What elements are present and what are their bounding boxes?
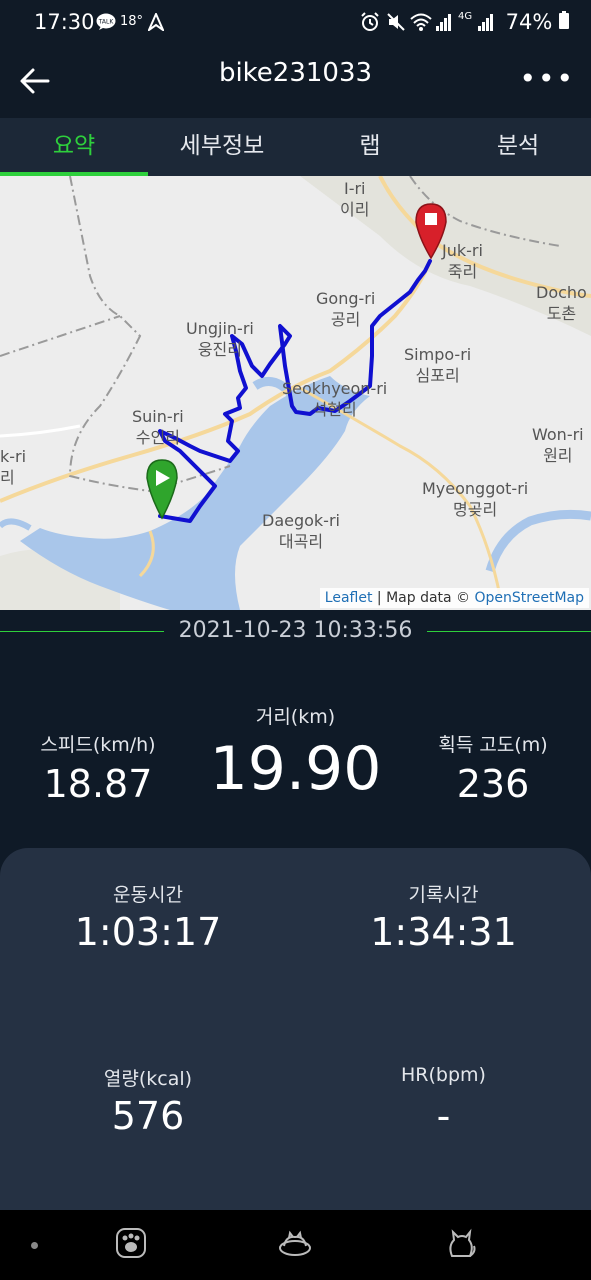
map-label: Docho 도촌 <box>536 283 587 323</box>
status-time: 17:30 <box>34 10 95 34</box>
signal-icon-2 <box>478 12 494 36</box>
nav-cat-button[interactable] <box>444 1226 478 1260</box>
nav-dot-indicator <box>31 1242 38 1249</box>
map-label: Juk-ri 죽리 <box>442 241 483 281</box>
leaflet-link[interactable]: Leaflet <box>325 590 373 606</box>
alarm-icon <box>360 12 380 36</box>
map-label: Simpo-ri 심포리 <box>404 345 472 385</box>
nav-cat-bed-button[interactable] <box>278 1226 312 1260</box>
tab-label: 랩 <box>359 133 381 159</box>
tab-label: 세부정보 <box>179 133 265 159</box>
tab-summary[interactable]: 요약 <box>0 118 148 176</box>
map-label: Gong-ri 공리 <box>316 289 376 329</box>
stats-card: 운동시간 1:03:17 기록시간 1:34:31 열량(kcal) 576 H… <box>0 848 591 1210</box>
cat-icon <box>449 1228 476 1257</box>
cat-bed-icon <box>279 1230 311 1256</box>
distance-value: 19.90 <box>209 734 382 804</box>
status-temperature: 18° <box>120 14 144 29</box>
map-label: Myeonggot-ri 명곶리 <box>422 479 529 519</box>
battery-level: 74% <box>506 10 569 34</box>
osm-link[interactable]: OpenStreetMap <box>475 590 584 606</box>
elapsed-time-value: 1:34:31 <box>370 910 517 954</box>
signal-icon <box>436 12 452 36</box>
speed-label: 스피드(km/h) <box>40 734 156 756</box>
app-header: bike231033 ••• <box>0 50 591 118</box>
heart-rate-label: HR(bpm) <box>401 1064 486 1086</box>
map-label: k-ri 리 <box>0 447 27 487</box>
distance-label: 거리(km) <box>255 706 336 728</box>
tab-analysis[interactable]: 분석 <box>444 118 591 176</box>
bottom-navigation <box>0 1210 591 1280</box>
activity-date: 2021-10-23 10:33:56 <box>178 618 413 643</box>
more-vertical-icon: ••• <box>519 62 575 95</box>
tab-laps[interactable]: 랩 <box>296 118 444 176</box>
heart-rate-value: - <box>436 1094 451 1138</box>
map-label: Ungjin-ri 웅진리 <box>186 319 254 359</box>
speed-value: 18.87 <box>43 762 153 806</box>
wifi-icon <box>410 12 432 36</box>
svg-text:TALK: TALK <box>98 19 115 26</box>
calories-value: 576 <box>111 1094 185 1138</box>
navigation-icon <box>146 11 166 35</box>
route-map[interactable]: I-ri 이리 Juk-ri 죽리 Docho 도촌 Gong-ri 공리 Ungjin… <box>0 176 591 610</box>
map-attribution: Leaflet | Map data © OpenStreetMap <box>319 588 589 608</box>
more-menu-button[interactable]: ••• <box>519 62 575 95</box>
paw-icon <box>116 1228 146 1258</box>
battery-icon <box>559 11 569 29</box>
map-label: Seokhyeon-ri 석현리 <box>282 379 388 419</box>
attribution-separator: | <box>376 590 382 606</box>
elapsed-time-label: 기록시간 <box>408 884 479 906</box>
mute-icon <box>386 12 406 36</box>
elevation-value: 236 <box>456 762 530 806</box>
tab-label: 분석 <box>496 133 540 159</box>
tab-details[interactable]: 세부정보 <box>148 118 296 176</box>
network-type: 4G <box>458 11 473 22</box>
moving-time-label: 운동시간 <box>113 884 183 906</box>
calories-label: 열량(kcal) <box>103 1068 193 1090</box>
elevation-label: 획득 고도(m) <box>438 734 548 756</box>
map-label: Suin-ri 수인리 <box>132 407 184 447</box>
moving-time-value: 1:03:17 <box>74 910 222 954</box>
attribution-text: Map data © <box>386 590 471 606</box>
page-title: bike231033 <box>218 58 373 88</box>
tab-bar: 요약 세부정보 랩 분석 <box>0 118 591 176</box>
status-bar: 17:30 TALK 18° 4G 74% <box>0 0 591 50</box>
activity-date-divider: 2021-10-23 10:33:56 <box>0 612 591 652</box>
tab-label: 요약 <box>52 133 96 159</box>
map-label: Daegok-ri 대곡리 <box>262 511 340 551</box>
nav-paw-button[interactable] <box>114 1226 148 1260</box>
map-label: Won-ri 원리 <box>532 425 584 465</box>
start-marker-icon <box>146 459 178 520</box>
talk-icon: TALK <box>96 13 116 35</box>
map-label: I-ri 이리 <box>340 179 370 219</box>
